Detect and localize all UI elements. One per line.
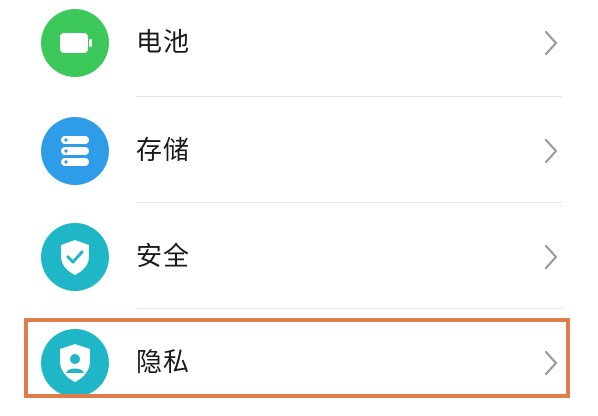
divider [136, 202, 562, 203]
settings-item-battery[interactable]: 电池 [0, 0, 598, 96]
storage-icon [41, 117, 109, 185]
settings-item-label: 电池 [136, 28, 191, 58]
settings-list: 电池 存储 安全 隐私 [0, 0, 598, 398]
settings-item-storage[interactable]: 存储 [0, 98, 598, 204]
chevron-right-icon [543, 243, 559, 271]
divider [136, 308, 562, 309]
highlight-box [24, 318, 570, 398]
settings-item-label: 存储 [136, 136, 191, 166]
settings-item-label: 安全 [136, 242, 191, 272]
chevron-right-icon [543, 29, 559, 57]
divider [136, 96, 562, 97]
chevron-right-icon [543, 137, 559, 165]
battery-icon [41, 9, 109, 77]
shield-check-icon [41, 223, 109, 291]
settings-item-security[interactable]: 安全 [0, 204, 598, 310]
